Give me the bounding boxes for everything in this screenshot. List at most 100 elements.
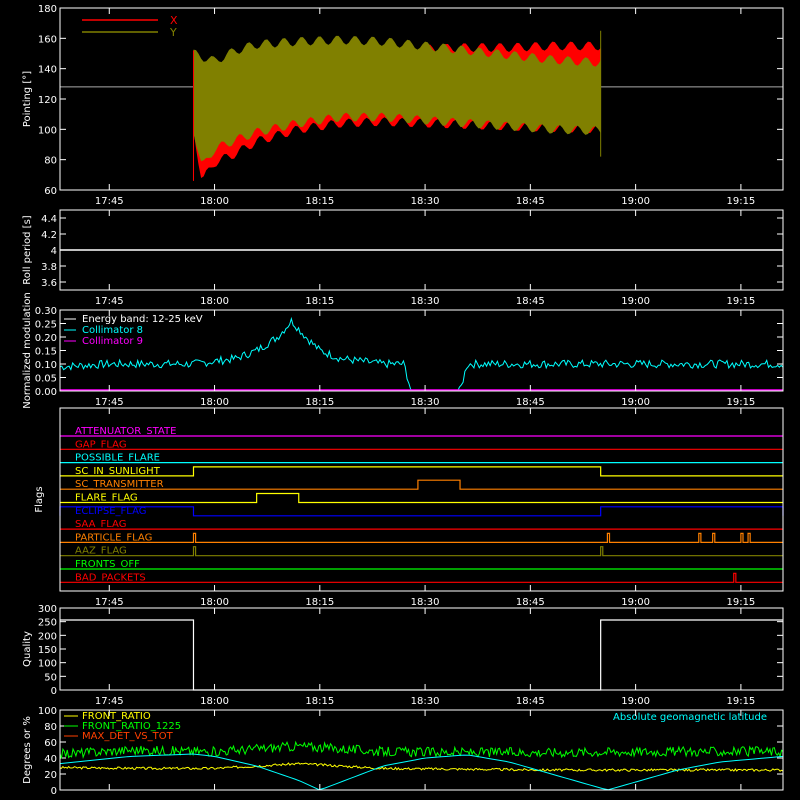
flag-11-trace [60, 572, 783, 583]
flag-0-label: ATTENUATOR_STATE [75, 426, 176, 437]
panel-5-ytick-label: 80 [44, 722, 57, 733]
flag-2-label: POSSIBLE_FLARE [75, 453, 160, 464]
panel-4-ytick-label: 250 [38, 618, 57, 629]
panel-4-xtick-label: 17:45 [95, 696, 124, 707]
flag-5-label: FLARE_FLAG [75, 493, 138, 504]
panel-4-ytick-label: 200 [38, 631, 57, 642]
series-1-line [59, 740, 784, 759]
panel-0-ytick-label: 60 [44, 186, 57, 197]
panel-2-ytick-label: 0.20 [35, 333, 57, 344]
flag-1-label: GAP_FLAG [75, 439, 127, 450]
legend-entry-2-label: Collimator 9 [82, 336, 143, 347]
panel-2-ytick-label: 0.15 [35, 347, 57, 358]
panel-3-xtick-label: 19:00 [621, 597, 650, 608]
panel-0-ytick-label: 100 [38, 125, 57, 136]
panel-2-xtick-label: 18:00 [200, 397, 229, 408]
panel-0-ylabel: Pointing [°] [22, 71, 33, 127]
panel-0-xtick-label: 18:45 [516, 196, 545, 207]
panel-3-xtick-label: 18:30 [411, 597, 440, 608]
panel-4-xtick-label: 18:00 [200, 696, 229, 707]
panel-1-ytick-label: 4 [51, 246, 57, 257]
panel-4-ytick-label: 0 [51, 686, 57, 697]
panel-4-ylabel: Quality [22, 631, 33, 667]
panel-4-xtick-label: 18:45 [516, 696, 545, 707]
panel-5-ytick-label: 100 [38, 706, 57, 717]
panel-0-xtick-label: 18:30 [411, 196, 440, 207]
flag-7-label: SAA_FLAG [75, 519, 126, 530]
panel-3-xtick-label: 19:15 [726, 597, 755, 608]
series-3-line [59, 753, 784, 791]
panel-4-xtick-label: 19:15 [726, 696, 755, 707]
flag-4-trace [60, 479, 783, 490]
panel-2-ytick-label: 0.25 [35, 320, 57, 331]
panel-1-ytick-label: 3.6 [41, 278, 57, 289]
panel-2-ylabel: Normalized modulation [22, 292, 33, 409]
panel-5-ytick-label: 20 [44, 770, 57, 781]
panel-1-xtick-label: 17:45 [95, 296, 124, 307]
panel-1-xtick-label: 18:45 [516, 296, 545, 307]
panel-5-ytick-label: 60 [44, 738, 57, 749]
flag-5-trace [60, 492, 783, 504]
panel-2-xtick-label: 19:15 [726, 397, 755, 408]
panel-1-xtick-label: 18:00 [200, 296, 229, 307]
panel-4-xtick-label: 19:00 [621, 696, 650, 707]
panel-0-ytick-label: 160 [38, 34, 57, 45]
series-0-line [59, 762, 784, 772]
flag-3-trace [60, 466, 783, 477]
flag-8-label: PARTICLE_FLAG [75, 532, 152, 543]
panel-0-ytick-label: 120 [38, 95, 57, 106]
panel-4-ytick-label: 150 [38, 645, 57, 656]
collimator-8-line [59, 316, 784, 392]
panel-0-xtick-label: 19:15 [726, 196, 755, 207]
panel-4-ytick-label: 50 [44, 672, 57, 683]
panel-1-ytick-label: 4.4 [41, 214, 57, 225]
panel-1-xtick-label: 19:00 [621, 296, 650, 307]
panel-0-ytick-label: 140 [38, 65, 57, 76]
panel-2-ytick-label: 0.30 [35, 306, 57, 317]
panel-2-xtick-label: 18:30 [411, 397, 440, 408]
panel-3-xtick-label: 18:45 [516, 597, 545, 608]
legend-entry-1-label: Collimator 8 [82, 325, 143, 336]
figure: 6080100120140160180Pointing [°]XY17:45 18… [22, 4, 784, 797]
quality-line [60, 619, 783, 691]
panel-0-xtick-label: 18:15 [305, 196, 334, 207]
legend-entry-2-label: MAX_DET_VS_TOT [82, 731, 174, 742]
panel-1-xtick-label: 18:15 [305, 296, 334, 307]
panel-2-ytick-label: 0.05 [35, 374, 57, 385]
flag-9-trace [60, 546, 783, 557]
flag-10-label: FRONTS_OFF [75, 559, 140, 570]
flag-6-label: ECLIPSE_FLAG [75, 506, 146, 517]
panel-2-xtick-label: 18:45 [516, 397, 545, 408]
panel-1-ytick-label: 4.2 [41, 230, 57, 241]
panel-3-xtick-label: 17:45 [95, 597, 124, 608]
panel-2-ytick-label: 0.00 [35, 387, 57, 398]
panel-5-ytick-label: 40 [44, 754, 57, 765]
panel-4-ytick-label: 300 [38, 604, 57, 615]
panel-4-xtick-label: 18:15 [305, 696, 334, 707]
panel-0-xtick-label: 18:00 [200, 196, 229, 207]
panel-2-xtick-label: 19:00 [621, 397, 650, 408]
panel-5-ylabel: Degrees or % [22, 716, 33, 784]
flag-6-trace [59, 506, 784, 517]
flag-8-trace [60, 532, 783, 543]
panel-5-ytick-label: 0 [51, 786, 57, 797]
panel-3-xtick-label: 18:00 [200, 597, 229, 608]
panel-3-xtick-label: 18:15 [305, 597, 334, 608]
panel-4-xtick-label: 18:30 [411, 696, 440, 707]
flag-3-label: SC_IN_SUNLIGHT [75, 466, 161, 477]
panel-1-ylabel: Roll period [s] [22, 215, 33, 284]
panel-3-ylabel: Flags [34, 486, 45, 512]
legend-entry-3-label: Absolute geomagnetic latitude [613, 712, 767, 723]
panel-0-xtick-label: 19:00 [621, 196, 650, 207]
panel-1-xtick-label: 18:30 [411, 296, 440, 307]
legend-entry-0-label: Energy band: 12-25 keV [82, 314, 203, 325]
panel-0-ytick-label: 180 [38, 4, 57, 15]
flag-9-label: AAZ_FLAG [75, 546, 127, 557]
flag-11-label: BAD_PACKETS [75, 572, 146, 583]
panel-1-xtick-label: 19:15 [726, 296, 755, 307]
panel-0-ytick-label: 80 [44, 156, 57, 167]
panel-2-xtick-label: 17:45 [95, 397, 124, 408]
panel-1-ytick-label: 3.8 [41, 262, 57, 273]
flag-4-label: SC_TRANSMITTER [75, 479, 164, 490]
panel-2-xtick-label: 18:15 [305, 397, 334, 408]
